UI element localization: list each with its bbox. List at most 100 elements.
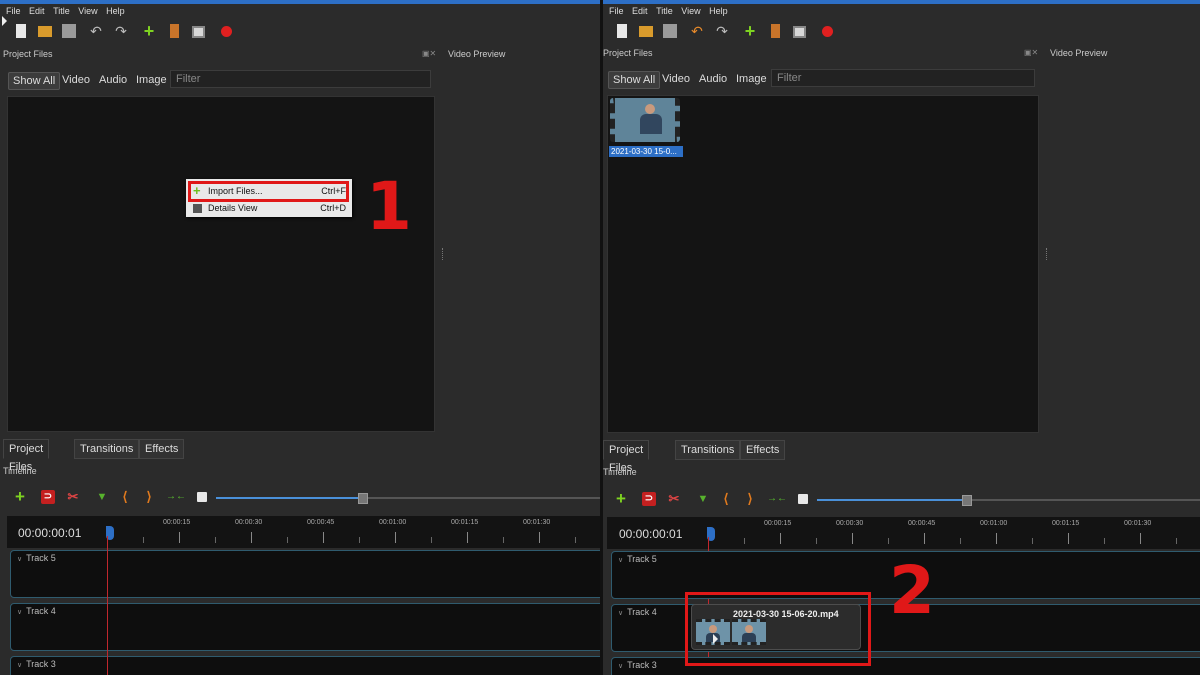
record-icon[interactable] <box>822 26 833 37</box>
filter-input[interactable]: Filter <box>771 69 1035 87</box>
zoom-slider-rest <box>965 499 1200 501</box>
ruler-tick <box>960 538 961 544</box>
save-icon[interactable] <box>663 24 677 38</box>
menu-edit[interactable]: Edit <box>632 6 648 16</box>
filter-video[interactable]: Video <box>658 71 694 87</box>
tab-project-files[interactable]: Project Files <box>3 439 50 473</box>
tab-project-files[interactable]: Project Files <box>603 440 650 474</box>
timeline-ruler[interactable]: 00:00:00:01 00:00:15 00:00:30 00:00:45 0… <box>7 516 600 548</box>
panel-float-close-icon[interactable]: ▣✕ <box>1024 48 1038 57</box>
razor-icon[interactable]: ✂ <box>66 490 80 504</box>
new-file-icon[interactable] <box>617 24 627 38</box>
filter-audio[interactable]: Audio <box>695 71 731 87</box>
ruler-label: 00:01:00 <box>379 519 407 526</box>
highlight-box-import <box>188 181 349 202</box>
ruler-tick <box>539 532 540 543</box>
zoom-slider-track[interactable] <box>817 499 965 501</box>
add-icon[interactable]: + <box>142 22 156 40</box>
menu-edit[interactable]: Edit <box>29 6 45 16</box>
zoom-slider-track[interactable] <box>216 497 360 499</box>
record-icon[interactable] <box>221 26 232 37</box>
menu-bar: File Edit Title View Help <box>0 4 600 19</box>
film-icon[interactable] <box>771 24 780 38</box>
snap-magnet-icon[interactable]: ⊃ <box>41 490 55 504</box>
next-marker-icon[interactable]: ⟩ <box>743 492 757 506</box>
film-icon[interactable] <box>170 24 179 38</box>
zoom-slider-handle[interactable] <box>358 493 368 504</box>
menu-file[interactable]: File <box>6 6 21 16</box>
zoom-slider-handle[interactable] <box>962 495 972 506</box>
splitter-handle[interactable] <box>442 248 445 260</box>
open-folder-icon[interactable] <box>639 26 653 37</box>
menu-view[interactable]: View <box>78 6 97 16</box>
center-playhead-icon[interactable]: →← <box>767 492 787 506</box>
tab-transitions[interactable]: Transitions <box>74 439 140 459</box>
imported-file-thumbnail[interactable] <box>610 98 680 142</box>
project-files-area[interactable] <box>7 96 435 432</box>
track-3[interactable]: Track 3 <box>10 656 600 675</box>
track-4[interactable]: Track 4 <box>10 603 600 651</box>
track-label: Track 3 <box>17 659 56 669</box>
splitter-handle[interactable] <box>1046 248 1049 260</box>
tab-effects[interactable]: Effects <box>139 439 185 459</box>
menu-bar: File Edit Title View Help <box>603 4 1200 19</box>
save-icon[interactable] <box>62 24 76 38</box>
menu-view[interactable]: View <box>681 6 700 16</box>
ruler-label: 00:00:15 <box>764 520 792 527</box>
menu-help[interactable]: Help <box>709 6 728 16</box>
step-number-1: 1 <box>366 168 412 245</box>
panel-float-close-icon[interactable]: ▣✕ <box>422 49 436 58</box>
undo-icon[interactable]: ↶ <box>690 24 704 38</box>
menu-title[interactable]: Title <box>53 6 70 16</box>
next-marker-icon[interactable]: ⟩ <box>142 490 156 504</box>
add-track-icon[interactable]: + <box>614 490 628 507</box>
add-marker-icon[interactable]: ▼ <box>95 490 109 504</box>
filter-show-all[interactable]: Show All <box>608 71 661 89</box>
ruler-label: 00:01:30 <box>1124 520 1152 527</box>
ruler-tick <box>359 537 360 543</box>
razor-icon[interactable]: ✂ <box>667 492 681 506</box>
filter-input[interactable]: Filter <box>170 70 431 88</box>
ruler-tick <box>1068 533 1069 544</box>
filter-image[interactable]: Image <box>732 71 771 87</box>
add-track-icon[interactable]: + <box>13 488 27 505</box>
imported-file-name[interactable]: 2021-03-30 15-0... <box>609 146 683 157</box>
menu-file[interactable]: File <box>609 6 624 16</box>
ruler-tick <box>467 532 468 543</box>
track-5[interactable]: Track 5 <box>10 550 600 598</box>
new-file-icon[interactable] <box>16 24 26 38</box>
fullscreen-icon[interactable] <box>192 26 205 38</box>
previous-marker-icon[interactable]: ⟨ <box>118 490 132 504</box>
redo-icon[interactable]: ↷ <box>114 24 128 38</box>
ruler-tick <box>251 532 252 543</box>
ruler-tick <box>179 532 180 543</box>
ruler-label: 00:01:15 <box>1052 520 1080 527</box>
tab-transitions[interactable]: Transitions <box>675 440 741 460</box>
open-folder-icon[interactable] <box>38 26 52 37</box>
add-icon[interactable]: + <box>743 22 757 40</box>
center-playhead-icon[interactable]: →← <box>166 490 186 504</box>
filter-image[interactable]: Image <box>132 72 171 88</box>
redo-icon[interactable]: ↷ <box>715 24 729 38</box>
menu-help[interactable]: Help <box>106 6 125 16</box>
timeline-ruler[interactable]: 00:00:00:01 00:00:15 00:00:30 00:00:45 0… <box>607 517 1200 549</box>
add-marker-icon[interactable]: ▼ <box>696 492 710 506</box>
undo-icon[interactable]: ↶ <box>89 24 103 38</box>
track-label: Track 5 <box>17 553 56 563</box>
project-files-area[interactable]: 2021-03-30 15-0... <box>607 95 1039 433</box>
previous-marker-icon[interactable]: ⟨ <box>719 492 733 506</box>
details-view-menu-item[interactable]: Details View Ctrl+D <box>186 200 352 216</box>
fullscreen-icon[interactable] <box>793 26 806 38</box>
filter-show-all[interactable]: Show All <box>8 72 61 90</box>
tab-effects[interactable]: Effects <box>740 440 786 460</box>
ruler-tick <box>1032 538 1033 544</box>
timeline-title: Timeline <box>3 466 37 476</box>
filter-video[interactable]: Video <box>58 72 94 88</box>
highlight-box-clip <box>685 592 871 666</box>
filter-audio[interactable]: Audio <box>95 72 131 88</box>
video-preview-title: Video Preview <box>448 49 506 59</box>
menu-title[interactable]: Title <box>656 6 673 16</box>
snap-magnet-icon[interactable]: ⊃ <box>642 492 656 506</box>
person-head <box>645 104 655 114</box>
track-label: Track 4 <box>17 606 56 616</box>
